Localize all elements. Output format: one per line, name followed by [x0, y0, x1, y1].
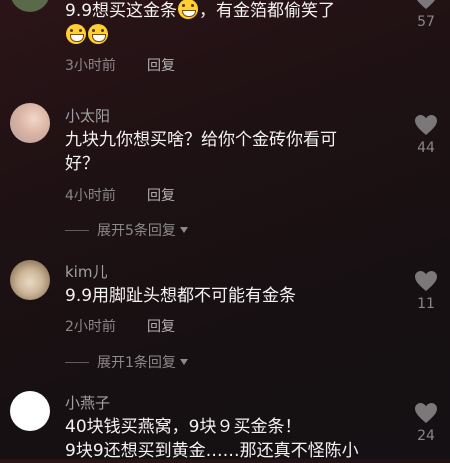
- comment-text: 九块九你想买啥？给你个金砖你看可: [65, 130, 337, 150]
- like-button[interactable]: 57: [412, 0, 440, 30]
- heart-icon: [415, 403, 437, 423]
- grin-emoji: [66, 24, 86, 44]
- expand-replies-button[interactable]: 展开1条回复: [65, 352, 188, 372]
- chevron-down-icon: [179, 359, 188, 365]
- divider: [65, 229, 89, 231]
- comment-emoji-line: [65, 24, 109, 48]
- comment-text: 9块9还想买到黄金……那还真不怪陈小: [65, 441, 359, 461]
- like-button[interactable]: 24: [412, 402, 440, 444]
- avatar[interactable]: [10, 260, 50, 300]
- comment-time: 2小时前: [65, 319, 116, 335]
- reply-button[interactable]: 回复: [147, 185, 175, 205]
- reply-button[interactable]: 回复: [147, 316, 175, 336]
- like-count: 44: [417, 140, 435, 156]
- divider: [65, 361, 89, 363]
- comment-text: 好？: [65, 154, 99, 174]
- like-button[interactable]: 11: [412, 270, 440, 312]
- chevron-down-icon: [179, 227, 188, 233]
- comment-username[interactable]: 小燕子: [65, 392, 110, 413]
- comment-time: 3小时前: [65, 58, 116, 74]
- comment-text: 9.9用脚趾头想都不可能有金条: [65, 286, 297, 306]
- grin-emoji: [88, 24, 108, 44]
- like-count: 11: [417, 296, 435, 312]
- heart-icon: [415, 271, 437, 291]
- avatar[interactable]: [10, 0, 50, 12]
- comment-username[interactable]: kim儿: [65, 261, 107, 282]
- like-count: 57: [417, 14, 435, 30]
- heart-icon: [417, 0, 435, 9]
- comment-text: 40块钱买燕窝，9块９买金条！: [65, 417, 302, 437]
- like-button[interactable]: 44: [412, 114, 440, 156]
- like-count: 24: [417, 428, 435, 444]
- expand-replies-button[interactable]: 展开5条回复: [65, 220, 188, 240]
- avatar[interactable]: [10, 103, 50, 143]
- comment-username[interactable]: 小太阳: [65, 105, 110, 126]
- comment-text: 9.9想买这金条 ，有金箔都偷笑了: [65, 0, 336, 21]
- rofl-emoji: [178, 0, 199, 19]
- comment-time: 4小时前: [65, 188, 116, 204]
- heart-icon: [415, 115, 437, 135]
- reply-button[interactable]: 回复: [147, 55, 175, 75]
- avatar[interactable]: [10, 391, 50, 431]
